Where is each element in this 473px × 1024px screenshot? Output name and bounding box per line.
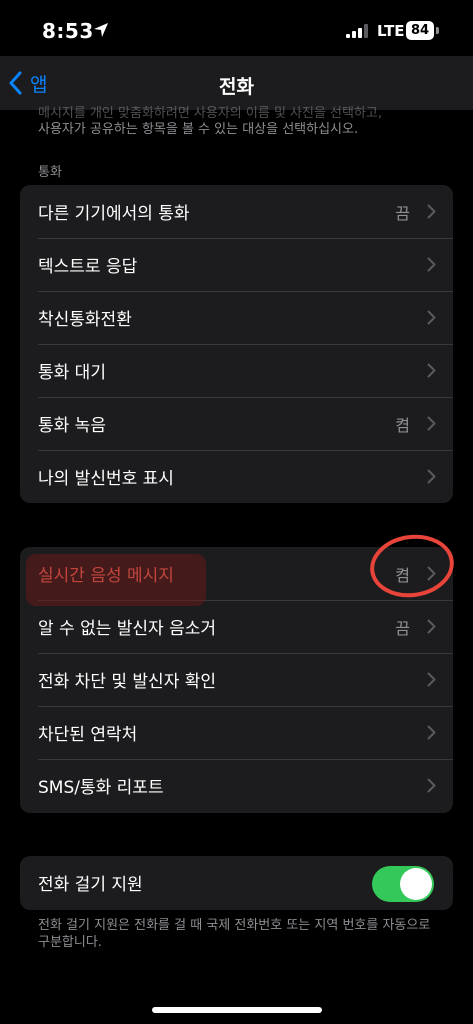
calls-settings-group: 다른 기기에서의 통화 끔 텍스트로 응답 착신통화전환 통화 대기 통화 녹음… xyxy=(20,185,453,503)
row-label: 착신통화전환 xyxy=(38,310,132,330)
dial-assist-footer: 전화 걸기 지원은 전화를 걸 때 국제 전화번호 또는 지역 번호를 자동으로… xyxy=(38,918,431,950)
row-call-forwarding[interactable]: 착신통화전환 xyxy=(20,291,453,344)
row-label: SMS/통화 리포트 xyxy=(38,778,164,798)
toggle-knob xyxy=(400,868,432,900)
location-arrow-icon xyxy=(94,23,108,37)
status-bar: 8:53 LTE 84 xyxy=(0,0,473,56)
intro-line-2: 사용자가 공유하는 항목을 볼 수 있는 대상을 선택하십시오. xyxy=(38,122,359,137)
row-label: 다른 기기에서의 통화 xyxy=(38,204,190,224)
row-respond-with-text[interactable]: 텍스트로 응답 xyxy=(20,238,453,291)
network-type: LTE xyxy=(377,22,405,40)
battery-icon: 84 xyxy=(406,21,434,40)
dial-assist-toggle[interactable] xyxy=(372,866,434,902)
row-blocked-contacts[interactable]: 차단된 연락처 xyxy=(20,706,453,759)
chevron-right-icon xyxy=(427,416,436,431)
home-indicator[interactable] xyxy=(152,1007,322,1013)
row-silence-unknown-callers[interactable]: 알 수 없는 발신자 음소거 끔 xyxy=(20,600,453,653)
dial-assist-group: 전화 걸기 지원 xyxy=(20,856,453,910)
row-sms-call-reporting[interactable]: SMS/통화 리포트 xyxy=(20,759,453,812)
annotation-circle xyxy=(370,534,454,598)
row-label: 차단된 연락처 xyxy=(38,725,138,745)
row-label: 통화 대기 xyxy=(38,363,106,383)
row-label: 나의 발신번호 표시 xyxy=(38,469,174,489)
row-label: 텍스트로 응답 xyxy=(38,257,138,277)
annotation-highlight xyxy=(26,554,206,606)
cellular-signal-icon xyxy=(346,24,368,38)
row-calls-on-other-devices[interactable]: 다른 기기에서의 통화 끔 xyxy=(20,185,453,238)
row-value: 켬 xyxy=(395,415,410,435)
row-call-blocking-identification[interactable]: 전화 차단 및 발신자 확인 xyxy=(20,653,453,706)
row-value: 끔 xyxy=(395,618,410,638)
row-call-recording[interactable]: 통화 녹음 켬 xyxy=(20,397,453,450)
chevron-right-icon xyxy=(427,363,436,378)
row-show-my-caller-id[interactable]: 나의 발신번호 표시 xyxy=(20,450,453,503)
chevron-right-icon xyxy=(427,672,436,687)
section-header-calls: 통화 xyxy=(38,165,62,180)
row-value: 끔 xyxy=(395,203,410,223)
chevron-right-icon xyxy=(427,725,436,740)
chevron-right-icon xyxy=(427,204,436,219)
chevron-right-icon xyxy=(427,257,436,272)
chevron-right-icon xyxy=(427,469,436,484)
row-call-waiting[interactable]: 통화 대기 xyxy=(20,344,453,397)
intro-line-1: 메시지를 개인 맞춤화하려면 사용자의 이름 및 사진을 선택하고, xyxy=(38,106,383,121)
row-label: 전화 차단 및 발신자 확인 xyxy=(38,672,217,692)
navigation-bar: 앱 전화 xyxy=(0,56,473,110)
status-time: 8:53 xyxy=(42,19,94,43)
intro-description: 메시지를 개인 맞춤화하려면 사용자의 이름 및 사진을 선택하고, 사용자가 … xyxy=(38,106,458,138)
chevron-right-icon xyxy=(427,310,436,325)
page-title: 전화 xyxy=(219,76,254,98)
row-label: 전화 걸기 지원 xyxy=(38,875,143,895)
battery-tip xyxy=(436,27,439,34)
chevron-right-icon xyxy=(427,619,436,634)
row-dial-assist: 전화 걸기 지원 xyxy=(20,856,453,909)
row-label: 통화 녹음 xyxy=(38,416,106,436)
chevron-right-icon xyxy=(427,778,436,793)
row-label: 알 수 없는 발신자 음소거 xyxy=(38,619,217,639)
